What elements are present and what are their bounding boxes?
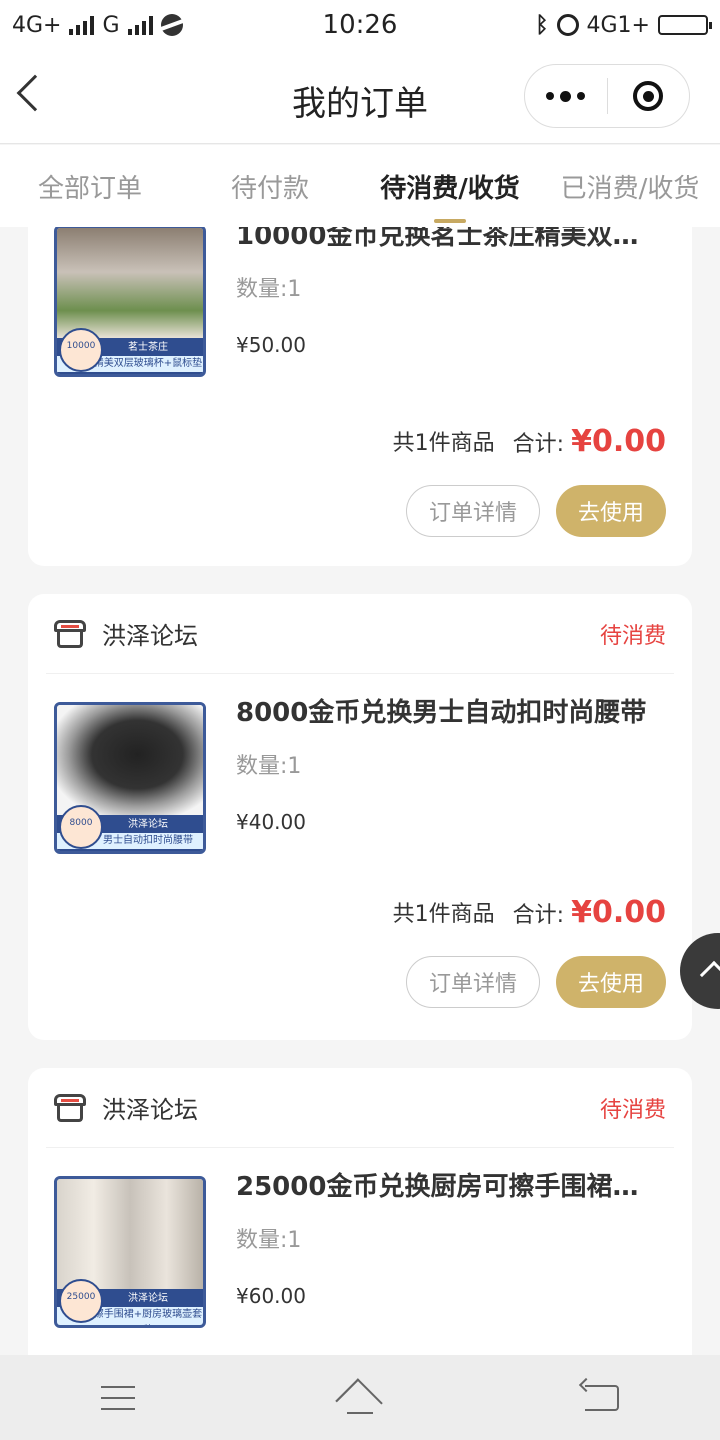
network-g-label: G — [102, 12, 120, 38]
use-button[interactable]: 去使用 — [556, 485, 666, 537]
thumb-brand: 茗士茶庄 — [128, 342, 168, 353]
goods-thumbnail: 茗士茶庄 精美双层玻璃杯+鼠标垫 10000 — [54, 227, 206, 377]
order-status: 待消费 — [599, 623, 666, 649]
shop-name: 洪泽论坛 — [102, 1096, 198, 1124]
shop-icon — [54, 619, 86, 648]
goods-title: 8000金币兑换男士自动扣时尚腰带 — [236, 698, 647, 728]
order-card: 洪泽论坛 待消费 洪泽论坛 男士自动扣时尚腰带 8000 8000金币兑换男士自… — [28, 594, 692, 1040]
more-dots-icon — [546, 90, 586, 102]
goods-row[interactable]: 洪泽论坛 擦手围裙+厨房玻璃壶套装 25000 25000金币兑换厨房可擦手围裙… — [28, 1148, 692, 1328]
home-icon[interactable] — [337, 1384, 383, 1414]
tab-all-orders[interactable]: 全部订单 — [0, 145, 180, 227]
order-card: 洪泽论坛 待消费 洪泽论坛 擦手围裙+厨房玻璃壶套装 25000 25000金币… — [28, 1068, 692, 1355]
thumb-coin-badge: 10000 — [59, 328, 103, 372]
order-card: 茗士茶庄 精美双层玻璃杯+鼠标垫 10000 10000金币兑换茗士茶庄精美双层… — [28, 227, 692, 566]
goods-price: ¥60.00 — [236, 1284, 306, 1308]
system-back-icon[interactable] — [585, 1384, 619, 1411]
system-nav-bar — [0, 1355, 720, 1440]
thumb-coin-badge: 25000 — [59, 1279, 103, 1323]
shop-icon — [54, 1093, 86, 1122]
back-arrow-icon[interactable] — [16, 74, 54, 112]
goods-row[interactable]: 茗士茶庄 精美双层玻璃杯+鼠标垫 10000 10000金币兑换茗士茶庄精美双层… — [28, 227, 692, 377]
order-actions: 订单详情 去使用 — [28, 481, 692, 569]
goods-quantity: 数量:1 — [236, 277, 302, 302]
status-bar: 4G+ G 10:26 ᛒ 4G1+ — [0, 0, 720, 50]
thumb-brand: 洪泽论坛 — [128, 819, 168, 830]
tab-pending-payment[interactable]: 待付款 — [180, 145, 360, 227]
goods-quantity: 数量:1 — [236, 754, 302, 779]
thumb-brand: 洪泽论坛 — [128, 1293, 168, 1304]
order-actions: 订单详情 去使用 — [28, 952, 692, 1040]
total-label: 合计: — [512, 902, 565, 928]
goods-quantity: 数量:1 — [236, 1228, 302, 1253]
shop-name: 洪泽论坛 — [102, 622, 198, 650]
menu-icon[interactable] — [101, 1385, 135, 1410]
thumb-coin-badge: 8000 — [59, 805, 103, 849]
goods-title: 10000金币兑换茗士茶庄精美双层… — [236, 227, 656, 251]
bluetooth-icon: ᛒ — [535, 12, 549, 38]
close-button[interactable] — [608, 65, 690, 127]
total-amount: ¥0.00 — [571, 423, 666, 459]
order-detail-button[interactable]: 订单详情 — [406, 485, 540, 537]
item-count: 共1件商品 — [392, 431, 495, 456]
battery-icon — [658, 15, 712, 35]
order-tabs: 全部订单 待付款 待消费/收货 已消费/收货 — [0, 145, 720, 227]
tab-used[interactable]: 已消费/收货 — [540, 145, 720, 227]
app-notification-icon — [160, 14, 183, 36]
network-label-right: 4G1+ — [586, 12, 650, 38]
order-summary: 共1件商品 合计: ¥0.00 — [28, 872, 692, 952]
tab-pending-use[interactable]: 待消费/收货 — [360, 145, 540, 227]
network-label: 4G+ — [12, 12, 62, 38]
use-button[interactable]: 去使用 — [556, 956, 666, 1008]
goods-thumbnail: 洪泽论坛 男士自动扣时尚腰带 8000 — [54, 702, 206, 854]
shop-header[interactable]: 洪泽论坛 待消费 — [46, 594, 674, 674]
signal-icon — [127, 15, 153, 35]
arrow-up-icon — [699, 960, 720, 990]
goods-row[interactable]: 洪泽论坛 男士自动扣时尚腰带 8000 8000金币兑换男士自动扣时尚腰带 数量… — [28, 674, 692, 854]
shop-header[interactable]: 洪泽论坛 待消费 — [46, 1068, 674, 1148]
order-status: 待消费 — [599, 1097, 666, 1123]
item-count: 共1件商品 — [392, 902, 495, 927]
total-amount: ¥0.00 — [571, 894, 666, 930]
goods-thumbnail: 洪泽论坛 擦手围裙+厨房玻璃壶套装 25000 — [54, 1176, 206, 1328]
order-detail-button[interactable]: 订单详情 — [406, 956, 540, 1008]
mini-program-capsule — [524, 64, 690, 128]
order-list[interactable]: 茗士茶庄 精美双层玻璃杯+鼠标垫 10000 10000金币兑换茗士茶庄精美双层… — [0, 227, 720, 1355]
alarm-icon — [556, 14, 579, 36]
more-button[interactable] — [525, 65, 607, 127]
goods-title: 25000金币兑换厨房可擦手围裙+ … — [236, 1172, 656, 1202]
signal-icon — [69, 15, 95, 35]
goods-price: ¥50.00 — [236, 333, 306, 357]
order-summary: 共1件商品 合计: ¥0.00 — [28, 401, 692, 481]
close-target-icon — [633, 81, 664, 111]
nav-bar: 我的订单 — [0, 50, 720, 144]
goods-price: ¥40.00 — [236, 810, 306, 834]
total-label: 合计: — [512, 431, 565, 457]
